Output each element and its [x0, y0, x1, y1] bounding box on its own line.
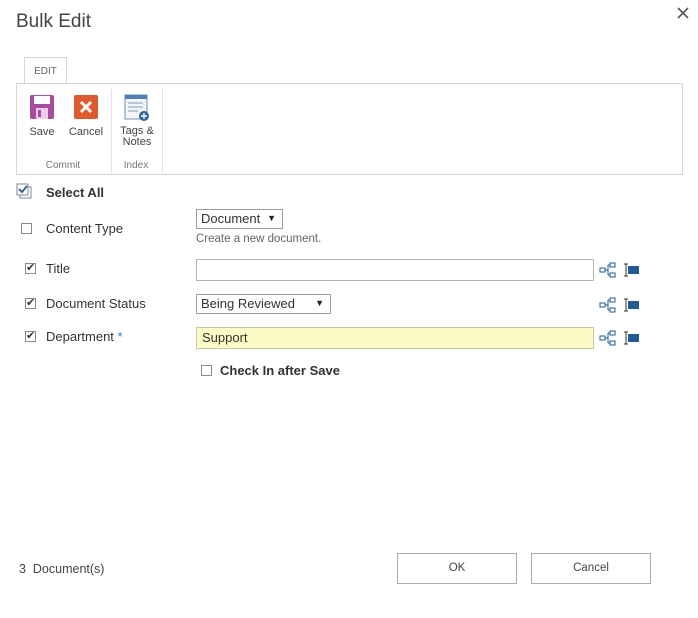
department-input[interactable]: Support: [196, 327, 594, 349]
select-all-label[interactable]: Select All: [46, 185, 104, 200]
save-label: Save: [29, 126, 55, 138]
check-in-label[interactable]: Check In after Save: [220, 363, 340, 378]
save-button[interactable]: Save: [27, 94, 57, 138]
required-marker: *: [117, 329, 123, 344]
title-checkbox[interactable]: [25, 261, 36, 274]
department-label: Department *: [46, 329, 123, 344]
cancel-icon: [73, 94, 99, 120]
hierarchy-icon[interactable]: [599, 297, 617, 313]
tab-edit[interactable]: EDIT: [24, 57, 67, 84]
check-in-checkbox[interactable]: [201, 365, 212, 376]
document-status-label: Document Status: [46, 296, 146, 311]
ribbon-divider: [111, 89, 112, 173]
tags-notes-button[interactable]: Tags & Notes: [117, 93, 157, 148]
document-status-checkbox[interactable]: [25, 296, 36, 309]
cancel-label: Cancel: [68, 126, 104, 138]
close-icon[interactable]: [676, 6, 694, 24]
content-type-checkbox[interactable]: [21, 223, 32, 234]
ribbon-divider: [162, 89, 163, 173]
document-status-value: Being Reviewed: [201, 296, 295, 311]
content-type-label: Content Type: [46, 221, 124, 236]
tags-notes-icon: [122, 93, 152, 123]
content-type-hint: Create a new document.: [196, 233, 322, 245]
field-properties-icon[interactable]: [622, 297, 640, 313]
content-type-value: Document: [201, 211, 261, 226]
tags-label-line2: Notes: [122, 136, 152, 148]
save-icon: [29, 94, 55, 120]
field-properties-icon[interactable]: [622, 330, 640, 346]
document-status-select[interactable]: Being Reviewed ▼: [196, 294, 331, 314]
chevron-down-icon: ▼: [267, 213, 276, 223]
hierarchy-icon[interactable]: [599, 330, 617, 346]
department-label-text: Department: [46, 329, 114, 344]
ok-button[interactable]: OK: [397, 553, 517, 584]
title-input[interactable]: [196, 259, 594, 281]
cancel-dialog-button[interactable]: Cancel: [531, 553, 651, 584]
title-label: Title: [46, 261, 71, 276]
index-group-label: Index: [123, 160, 149, 171]
document-count-number: 3: [19, 562, 26, 576]
document-count-label: Document(s): [32, 562, 105, 576]
department-checkbox[interactable]: [25, 329, 36, 342]
commit-group-label: Commit: [45, 160, 81, 171]
field-properties-icon[interactable]: [622, 262, 640, 278]
select-all-icon[interactable]: [16, 183, 33, 200]
chevron-down-icon: ▼: [315, 298, 324, 308]
dialog-title: Bulk Edit: [16, 11, 91, 32]
hierarchy-icon[interactable]: [599, 262, 617, 278]
content-type-select[interactable]: Document ▼: [196, 209, 283, 229]
cancel-button[interactable]: Cancel: [67, 94, 105, 138]
document-count: 3 Document(s): [19, 562, 104, 576]
